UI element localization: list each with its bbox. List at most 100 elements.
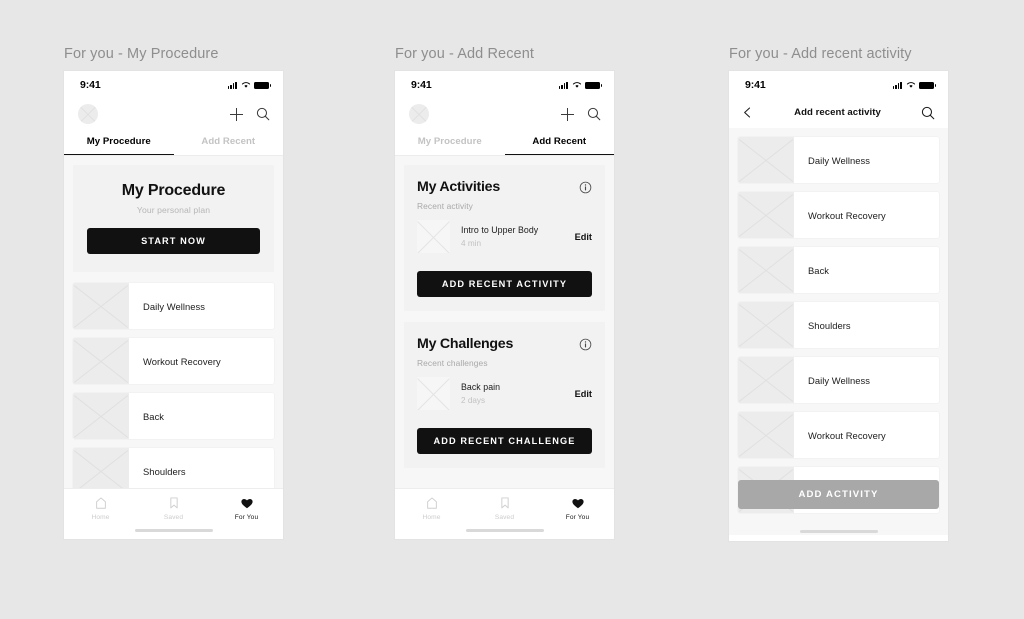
section-my-activities: My Activities Recent activity Intro to U…	[404, 165, 605, 311]
screen-content: My Activities Recent activity Intro to U…	[395, 156, 614, 513]
list-item[interactable]: Workout Recovery	[738, 192, 939, 238]
edit-activity-button[interactable]: Edit	[569, 232, 592, 242]
tab-my-procedure[interactable]: My Procedure	[395, 131, 505, 156]
status-time: 9:41	[80, 79, 101, 91]
tabbar-item-for-you[interactable]: For You	[541, 496, 614, 521]
activity-meta: 4 min	[461, 239, 482, 248]
cellular-signal-icon	[558, 81, 568, 89]
avatar[interactable]	[78, 104, 98, 124]
list-item[interactable]: Workout Recovery	[738, 412, 939, 458]
thumbnail-placeholder-icon	[417, 377, 450, 410]
thumbnail-placeholder-icon	[73, 283, 129, 329]
phone-frame-1: 9:41 My Procedure Add Recent My Procedur…	[64, 71, 283, 539]
battery-icon	[254, 81, 271, 89]
thumbnail-placeholder-icon	[738, 137, 794, 183]
add-recent-activity-button[interactable]: ADD RECENT ACTIVITY	[417, 271, 592, 297]
thumbnail-placeholder-icon	[417, 220, 450, 253]
wifi-icon	[572, 82, 581, 88]
appbar-actions	[230, 107, 270, 121]
thumbnail-placeholder-icon	[738, 192, 794, 238]
tabbar-label: Home	[91, 514, 110, 521]
challenge-entry[interactable]: Back pain 2 days Edit	[417, 377, 592, 410]
wifi-icon	[906, 82, 915, 88]
activity-entry[interactable]: Intro to Upper Body 4 min Edit	[417, 220, 592, 253]
home-indicator	[134, 529, 213, 532]
list-item-label: Shoulders	[808, 319, 851, 331]
tabbar-label: Saved	[163, 514, 184, 521]
screen-add-recent-activity: For you - Add recent activity 9:41 Add r…	[729, 46, 948, 541]
screen-caption: For you - My Procedure	[64, 46, 219, 62]
tab-bar-top: My Procedure Add Recent	[64, 131, 283, 156]
home-icon	[426, 497, 437, 509]
bookmark-icon	[169, 497, 178, 509]
edit-challenge-button[interactable]: Edit	[569, 389, 592, 399]
thumbnail-placeholder-icon	[738, 302, 794, 348]
section-title: My Challenges	[417, 336, 514, 352]
plus-icon[interactable]	[561, 107, 574, 121]
list-item-label: Workout Recovery	[808, 429, 886, 441]
thumbnail-placeholder-icon	[73, 393, 129, 439]
screen-my-procedure: For you - My Procedure 9:41 My Procedure…	[64, 46, 283, 539]
cellular-signal-icon	[892, 81, 902, 89]
tabbar-item-saved[interactable]: Saved	[137, 496, 210, 521]
start-now-button[interactable]: START NOW	[87, 228, 260, 254]
home-indicator	[465, 529, 544, 532]
add-recent-challenge-button[interactable]: ADD RECENT CHALLENGE	[417, 428, 592, 454]
tabbar-label: For You	[234, 514, 259, 521]
list-item[interactable]: Back	[738, 247, 939, 293]
status-time: 9:41	[745, 79, 766, 91]
tabbar-item-for-you[interactable]: For You	[210, 496, 283, 521]
hero-subtitle: Your personal plan	[136, 205, 211, 215]
appbar-actions	[561, 107, 601, 121]
heart-icon	[240, 498, 253, 509]
heart-icon	[571, 498, 584, 509]
search-icon[interactable]	[921, 106, 935, 120]
tabbar-item-home[interactable]: Home	[64, 496, 137, 521]
chevron-left-icon[interactable]	[741, 106, 754, 119]
tabbar-label: Home	[422, 514, 441, 521]
screen-caption: For you - Add recent activity	[729, 46, 912, 62]
status-icons	[558, 81, 602, 89]
list-item[interactable]: Daily Wellness	[73, 283, 274, 329]
challenge-meta: 2 days	[461, 396, 486, 405]
nav-bar: Add recent activity	[729, 97, 948, 128]
list-item-label: Daily Wellness	[143, 300, 206, 312]
search-icon[interactable]	[256, 107, 270, 121]
search-icon[interactable]	[587, 107, 601, 121]
tab-add-recent[interactable]: Add Recent	[504, 131, 615, 156]
tab-my-procedure[interactable]: My Procedure	[64, 131, 174, 156]
screen-content: My Procedure Your personal plan START NO…	[64, 156, 283, 513]
tab-bar-top: My Procedure Add Recent	[395, 131, 614, 156]
plus-icon[interactable]	[230, 107, 243, 121]
add-activity-bar: ADD ACTIVITY	[738, 480, 939, 509]
top-app-bar	[64, 97, 283, 131]
list-item[interactable]: Daily Wellness	[738, 357, 939, 403]
avatar[interactable]	[409, 104, 429, 124]
tabbar-item-saved[interactable]: Saved	[468, 496, 541, 521]
battery-icon	[919, 81, 936, 89]
home-indicator	[799, 530, 878, 533]
thumbnail-placeholder-icon	[738, 357, 794, 403]
thumbnail-placeholder-icon	[738, 247, 794, 293]
list-item-label: Daily Wellness	[808, 374, 871, 386]
cellular-signal-icon	[227, 81, 237, 89]
wireframe-board: For you - My Procedure 9:41 My Procedure…	[0, 0, 1024, 619]
screen-content: Daily Wellness Workout Recovery Back Sho…	[729, 128, 948, 535]
thumbnail-placeholder-icon	[738, 412, 794, 458]
info-icon[interactable]	[579, 181, 592, 194]
add-activity-button[interactable]: ADD ACTIVITY	[738, 480, 939, 509]
battery-icon	[585, 81, 602, 89]
home-icon	[95, 497, 106, 509]
list-item-label: Back	[143, 410, 165, 422]
info-icon[interactable]	[579, 338, 592, 351]
tab-add-recent[interactable]: Add Recent	[174, 131, 284, 156]
activity-title: Intro to Upper Body	[461, 225, 539, 235]
list-item[interactable]: Shoulders	[738, 302, 939, 348]
tabbar-item-home[interactable]: Home	[395, 496, 468, 521]
list-item[interactable]: Back	[73, 393, 274, 439]
list-item[interactable]: Daily Wellness	[738, 137, 939, 183]
wifi-icon	[241, 82, 250, 88]
section-header: My Activities	[417, 179, 592, 195]
list-item[interactable]: Workout Recovery	[73, 338, 274, 384]
screen-caption: For you - Add Recent	[395, 46, 535, 62]
